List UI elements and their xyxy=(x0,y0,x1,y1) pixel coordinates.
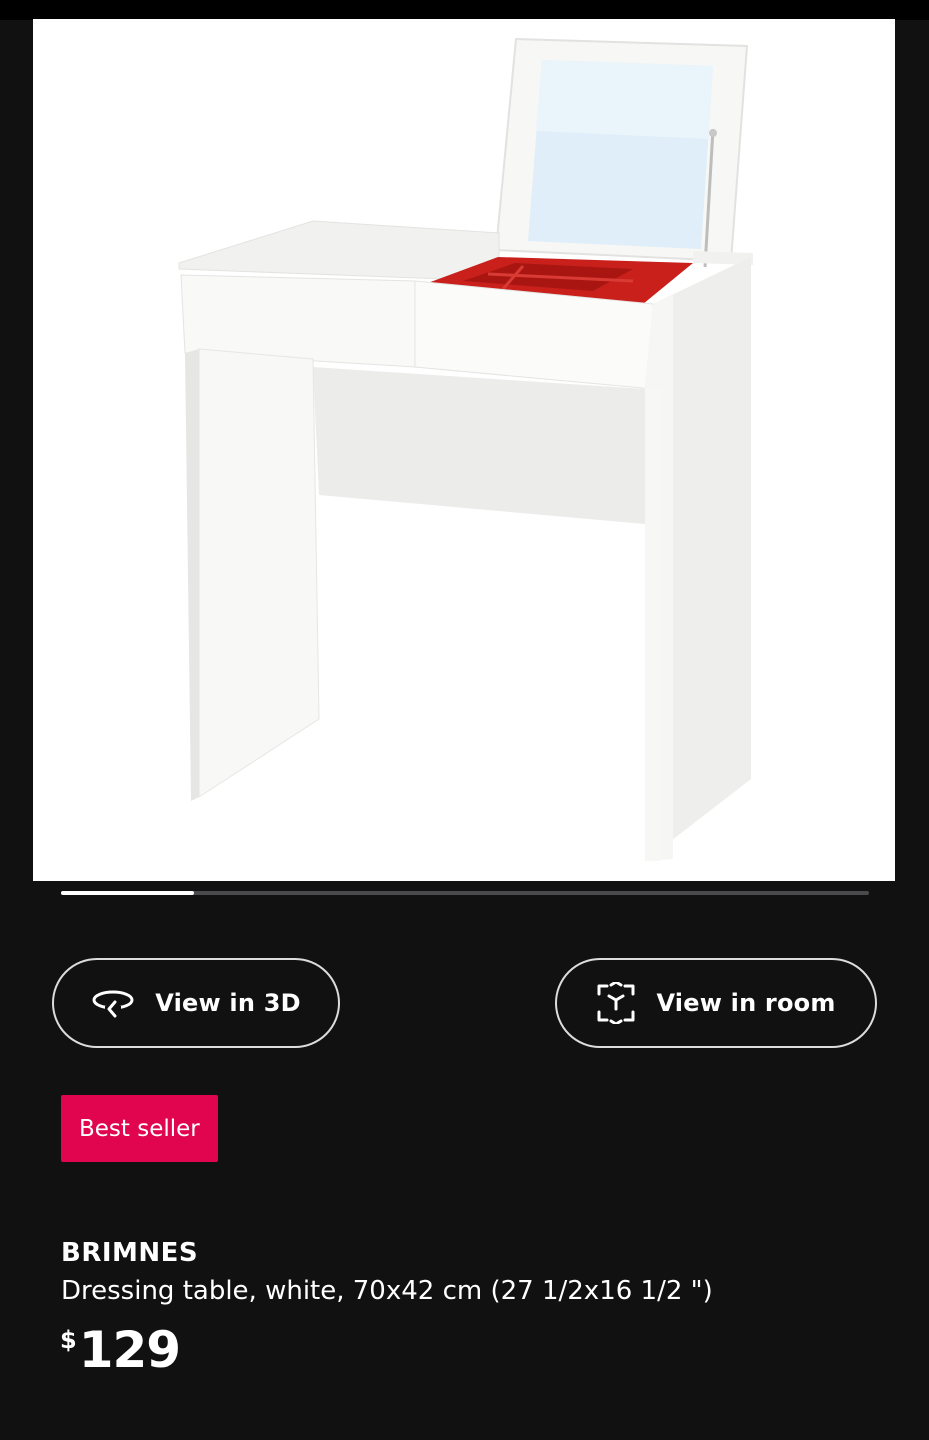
best-seller-badge: Best seller xyxy=(61,1095,218,1162)
product-name: BRIMNES xyxy=(61,1238,199,1268)
view-in-room-button[interactable]: View in room xyxy=(555,958,877,1048)
gallery-progress-fill xyxy=(61,891,195,895)
view-in-room-label: View in room xyxy=(656,989,836,1017)
rotate-3d-icon xyxy=(91,988,135,1018)
dressing-table-illustration xyxy=(178,37,753,861)
product-description: Dressing table, white, 70x42 cm (27 1/2x… xyxy=(61,1276,713,1306)
product-page: View in 3D View in room Best seller BRIM… xyxy=(0,0,929,1440)
view-in-3d-label: View in 3D xyxy=(155,989,301,1017)
view-in-3d-button[interactable]: View in 3D xyxy=(52,958,340,1048)
product-image[interactable] xyxy=(33,19,895,881)
status-bar xyxy=(0,0,929,20)
price-amount: 129 xyxy=(78,1321,181,1379)
product-price: $ 129 xyxy=(60,1320,181,1380)
price-currency: $ xyxy=(60,1326,77,1354)
ar-cube-icon xyxy=(596,982,636,1024)
gallery-progress-track[interactable] xyxy=(61,891,869,895)
best-seller-label: Best seller xyxy=(79,1115,200,1142)
